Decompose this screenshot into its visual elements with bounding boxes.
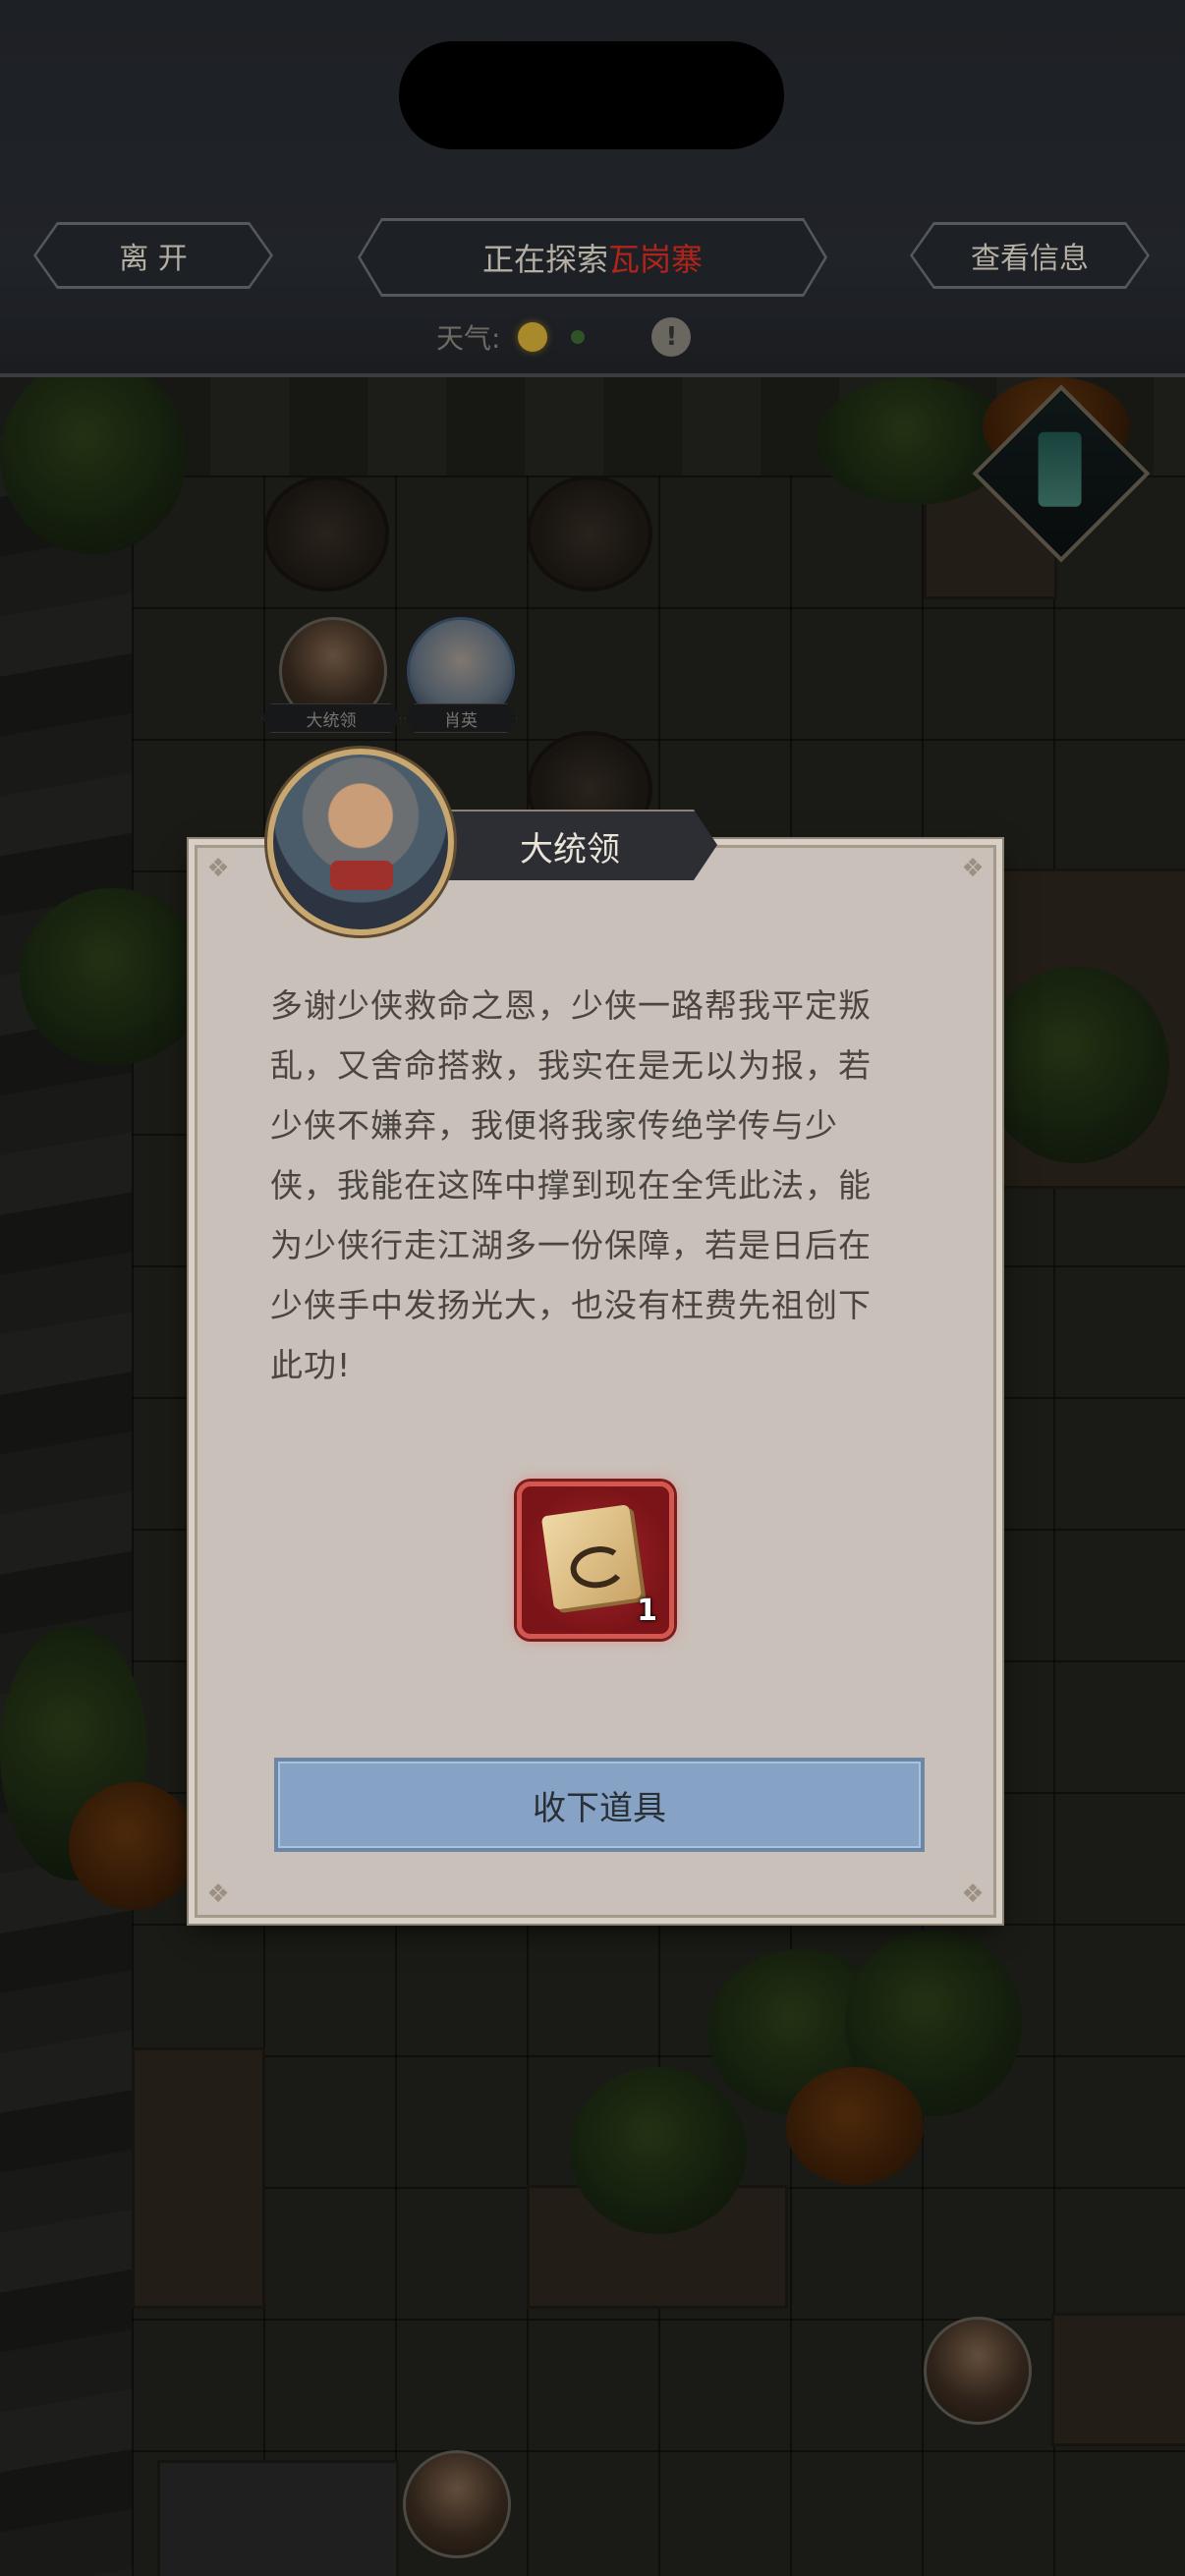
view-info-label: 查看信息: [913, 225, 1147, 286]
reward-dialog: ❖ ❖ ❖ ❖ 多谢少侠救命之恩，少侠一路帮我平定叛乱，又舍命搭救，我实在是无以…: [195, 845, 996, 1918]
weather-dot-icon: [571, 330, 586, 344]
corner-ornament: ❖: [961, 854, 985, 883]
accept-item-button[interactable]: 收下道具: [274, 1758, 925, 1852]
sun-icon: [518, 322, 548, 352]
reward-item-count: 1: [637, 1594, 657, 1628]
camera-notch: [399, 41, 784, 149]
book-icon: [540, 1504, 643, 1610]
leave-button-label: 离 开: [36, 225, 270, 286]
location-name: 瓦岗寨: [608, 241, 704, 278]
top-bar: 离 开 正在探索 瓦岗寨 查看信息 天气: !: [0, 0, 1185, 377]
dialog-message: 多谢少侠救命之恩，少侠一路帮我平定叛乱，又舍命搭救，我实在是无以为报，若少侠不嫌…: [270, 986, 872, 1384]
weather-label: 天气:: [436, 322, 501, 355]
corner-ornament: ❖: [961, 1879, 985, 1909]
warning-icon[interactable]: !: [651, 317, 692, 357]
corner-ornament: ❖: [206, 854, 230, 883]
exploring-banner-text: 正在探索 瓦岗寨: [361, 221, 824, 294]
speaker-name-plate: 大统领: [423, 810, 717, 880]
leave-button[interactable]: 离 开: [33, 222, 273, 289]
view-info-button[interactable]: 查看信息: [910, 222, 1150, 289]
weather-row: 天气: !: [436, 314, 692, 360]
exploring-prefix: 正在探索: [481, 241, 608, 278]
reward-item-slot[interactable]: 1: [517, 1482, 674, 1639]
corner-ornament: ❖: [206, 1879, 230, 1909]
speaker-portrait: [267, 749, 454, 935]
exploring-banner: 正在探索 瓦岗寨: [358, 218, 827, 297]
